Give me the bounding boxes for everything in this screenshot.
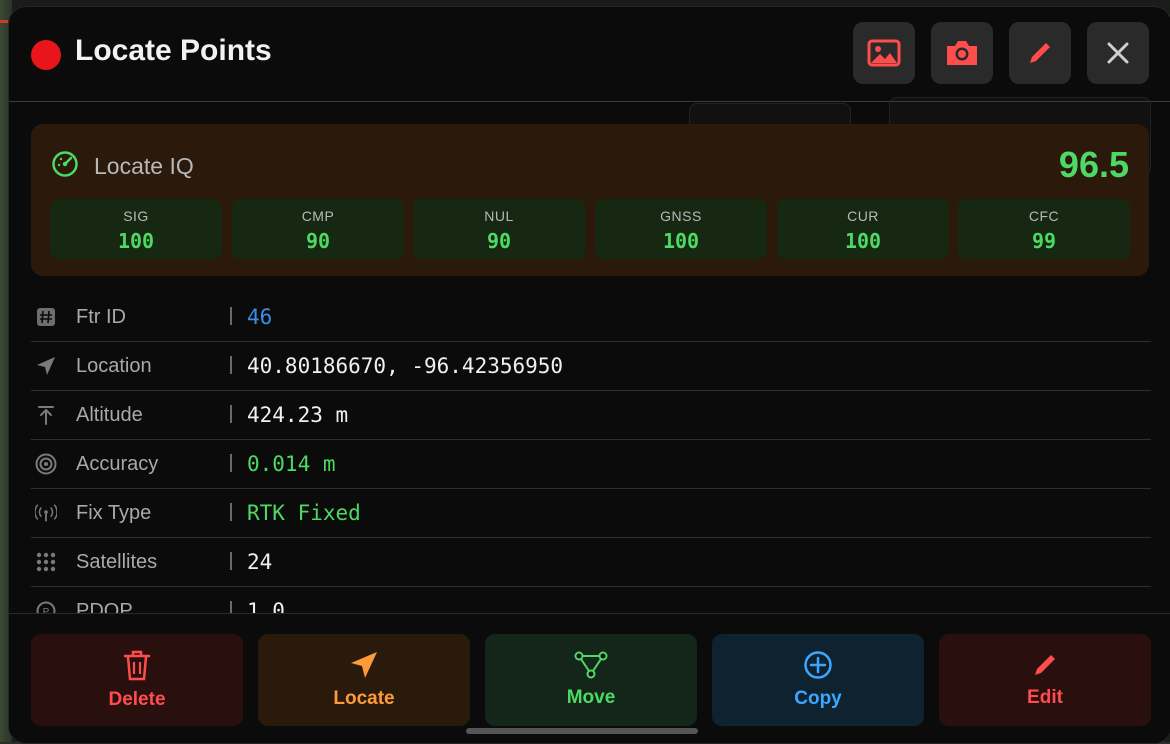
record-indicator-icon xyxy=(31,40,61,70)
metric-nul: NUL 90 xyxy=(413,199,585,259)
camera-icon xyxy=(947,41,977,65)
edit-button[interactable]: Edit xyxy=(939,634,1151,726)
delete-button[interactable]: Delete xyxy=(31,634,243,726)
detail-row-location: Location 40.80186670, -96.42356950 xyxy=(31,342,1151,391)
detail-label: Ftr ID xyxy=(76,306,126,328)
metric-value: 99 xyxy=(1031,229,1057,253)
detail-value: 46 xyxy=(247,305,273,329)
locate-points-panel: Locate Points Locate IQ 96.5 SIG 100 CMP… xyxy=(8,6,1170,744)
metric-key: CUR xyxy=(847,208,879,224)
pencil-icon xyxy=(1035,655,1055,675)
metric-cmp: CMP 90 xyxy=(232,199,404,259)
metric-sig: SIG 100 xyxy=(50,199,222,259)
metric-cur: CUR 100 xyxy=(777,199,949,259)
move-nodes-icon xyxy=(574,651,608,679)
detail-divider xyxy=(230,405,232,423)
trash-icon xyxy=(123,650,151,681)
detail-divider xyxy=(230,356,232,374)
close-icon xyxy=(1107,42,1129,64)
detail-value: 0.014 m xyxy=(247,452,336,476)
metric-key: CMP xyxy=(301,208,335,224)
image-icon xyxy=(867,39,901,67)
detail-label: Accuracy xyxy=(76,453,159,475)
locate-label: Locate xyxy=(333,688,395,709)
detail-row-altitude: Altitude 424.23 m xyxy=(31,391,1151,440)
metric-key: SIG xyxy=(123,208,149,224)
metric-key: CFC xyxy=(1028,208,1060,224)
edit-header-button[interactable] xyxy=(1009,22,1071,84)
locate-iq-card: Locate IQ 96.5 SIG 100 CMP 90 NUL 90 GNS… xyxy=(31,124,1149,276)
locate-button[interactable]: Locate xyxy=(258,634,470,726)
metric-value: 100 xyxy=(117,229,155,253)
metric-key: GNSS xyxy=(660,208,702,224)
altitude-icon xyxy=(35,404,57,426)
target-icon xyxy=(35,453,57,475)
home-indicator xyxy=(466,728,698,734)
metric-value: 90 xyxy=(486,229,512,253)
metric-value: 90 xyxy=(305,229,331,253)
detail-row-satellites: Satellites 24 xyxy=(31,538,1151,587)
close-button[interactable] xyxy=(1087,22,1149,84)
metric-value: 100 xyxy=(844,229,882,253)
detail-divider xyxy=(230,552,232,570)
plus-circle-icon xyxy=(804,651,832,679)
detail-label: Altitude xyxy=(76,404,143,426)
gauge-icon xyxy=(51,150,79,183)
locate-iq-label: Locate IQ xyxy=(94,153,194,179)
camera-button[interactable] xyxy=(931,22,993,84)
detail-divider xyxy=(230,503,232,521)
action-bar: Delete Locate Move Copy Edit xyxy=(9,613,1170,743)
detail-label: Location xyxy=(76,355,152,377)
locate-arrow-icon xyxy=(351,652,377,678)
copy-button[interactable]: Copy xyxy=(712,634,924,726)
detail-value: 424.23 m xyxy=(247,403,349,427)
panel-title: Locate Points xyxy=(75,34,272,67)
move-button[interactable]: Move xyxy=(485,634,697,726)
hash-icon xyxy=(35,306,57,328)
locate-iq-score: 96.5 xyxy=(1058,144,1129,185)
detail-label: Satellites xyxy=(76,551,158,573)
photo-gallery-button[interactable] xyxy=(853,22,915,84)
detail-label: Fix Type xyxy=(76,502,152,524)
location-arrow-icon xyxy=(35,355,57,377)
detail-value: 40.80186670, -96.42356950 xyxy=(247,354,564,378)
detail-value: 24 xyxy=(247,550,273,574)
metric-gnss: GNSS 100 xyxy=(595,199,767,259)
panel-header: Locate Points xyxy=(9,7,1170,102)
metric-value: 100 xyxy=(662,229,700,253)
move-label: Move xyxy=(566,687,616,708)
satellites-grid-icon xyxy=(35,551,57,573)
detail-row-ftr-id: Ftr ID 46 xyxy=(31,293,1151,342)
detail-row-fix-type: Fix Type RTK Fixed xyxy=(31,489,1151,538)
pencil-icon xyxy=(1030,43,1050,63)
copy-label: Copy xyxy=(794,688,842,709)
metric-key: NUL xyxy=(484,208,514,224)
detail-divider xyxy=(230,454,232,472)
detail-value: RTK Fixed xyxy=(247,501,361,525)
delete-label: Delete xyxy=(108,689,166,710)
metric-cfc: CFC 99 xyxy=(958,199,1130,259)
detail-row-accuracy: Accuracy 0.014 m xyxy=(31,440,1151,489)
detail-divider xyxy=(230,307,232,325)
edit-label: Edit xyxy=(1027,687,1063,708)
antenna-icon xyxy=(35,502,57,524)
